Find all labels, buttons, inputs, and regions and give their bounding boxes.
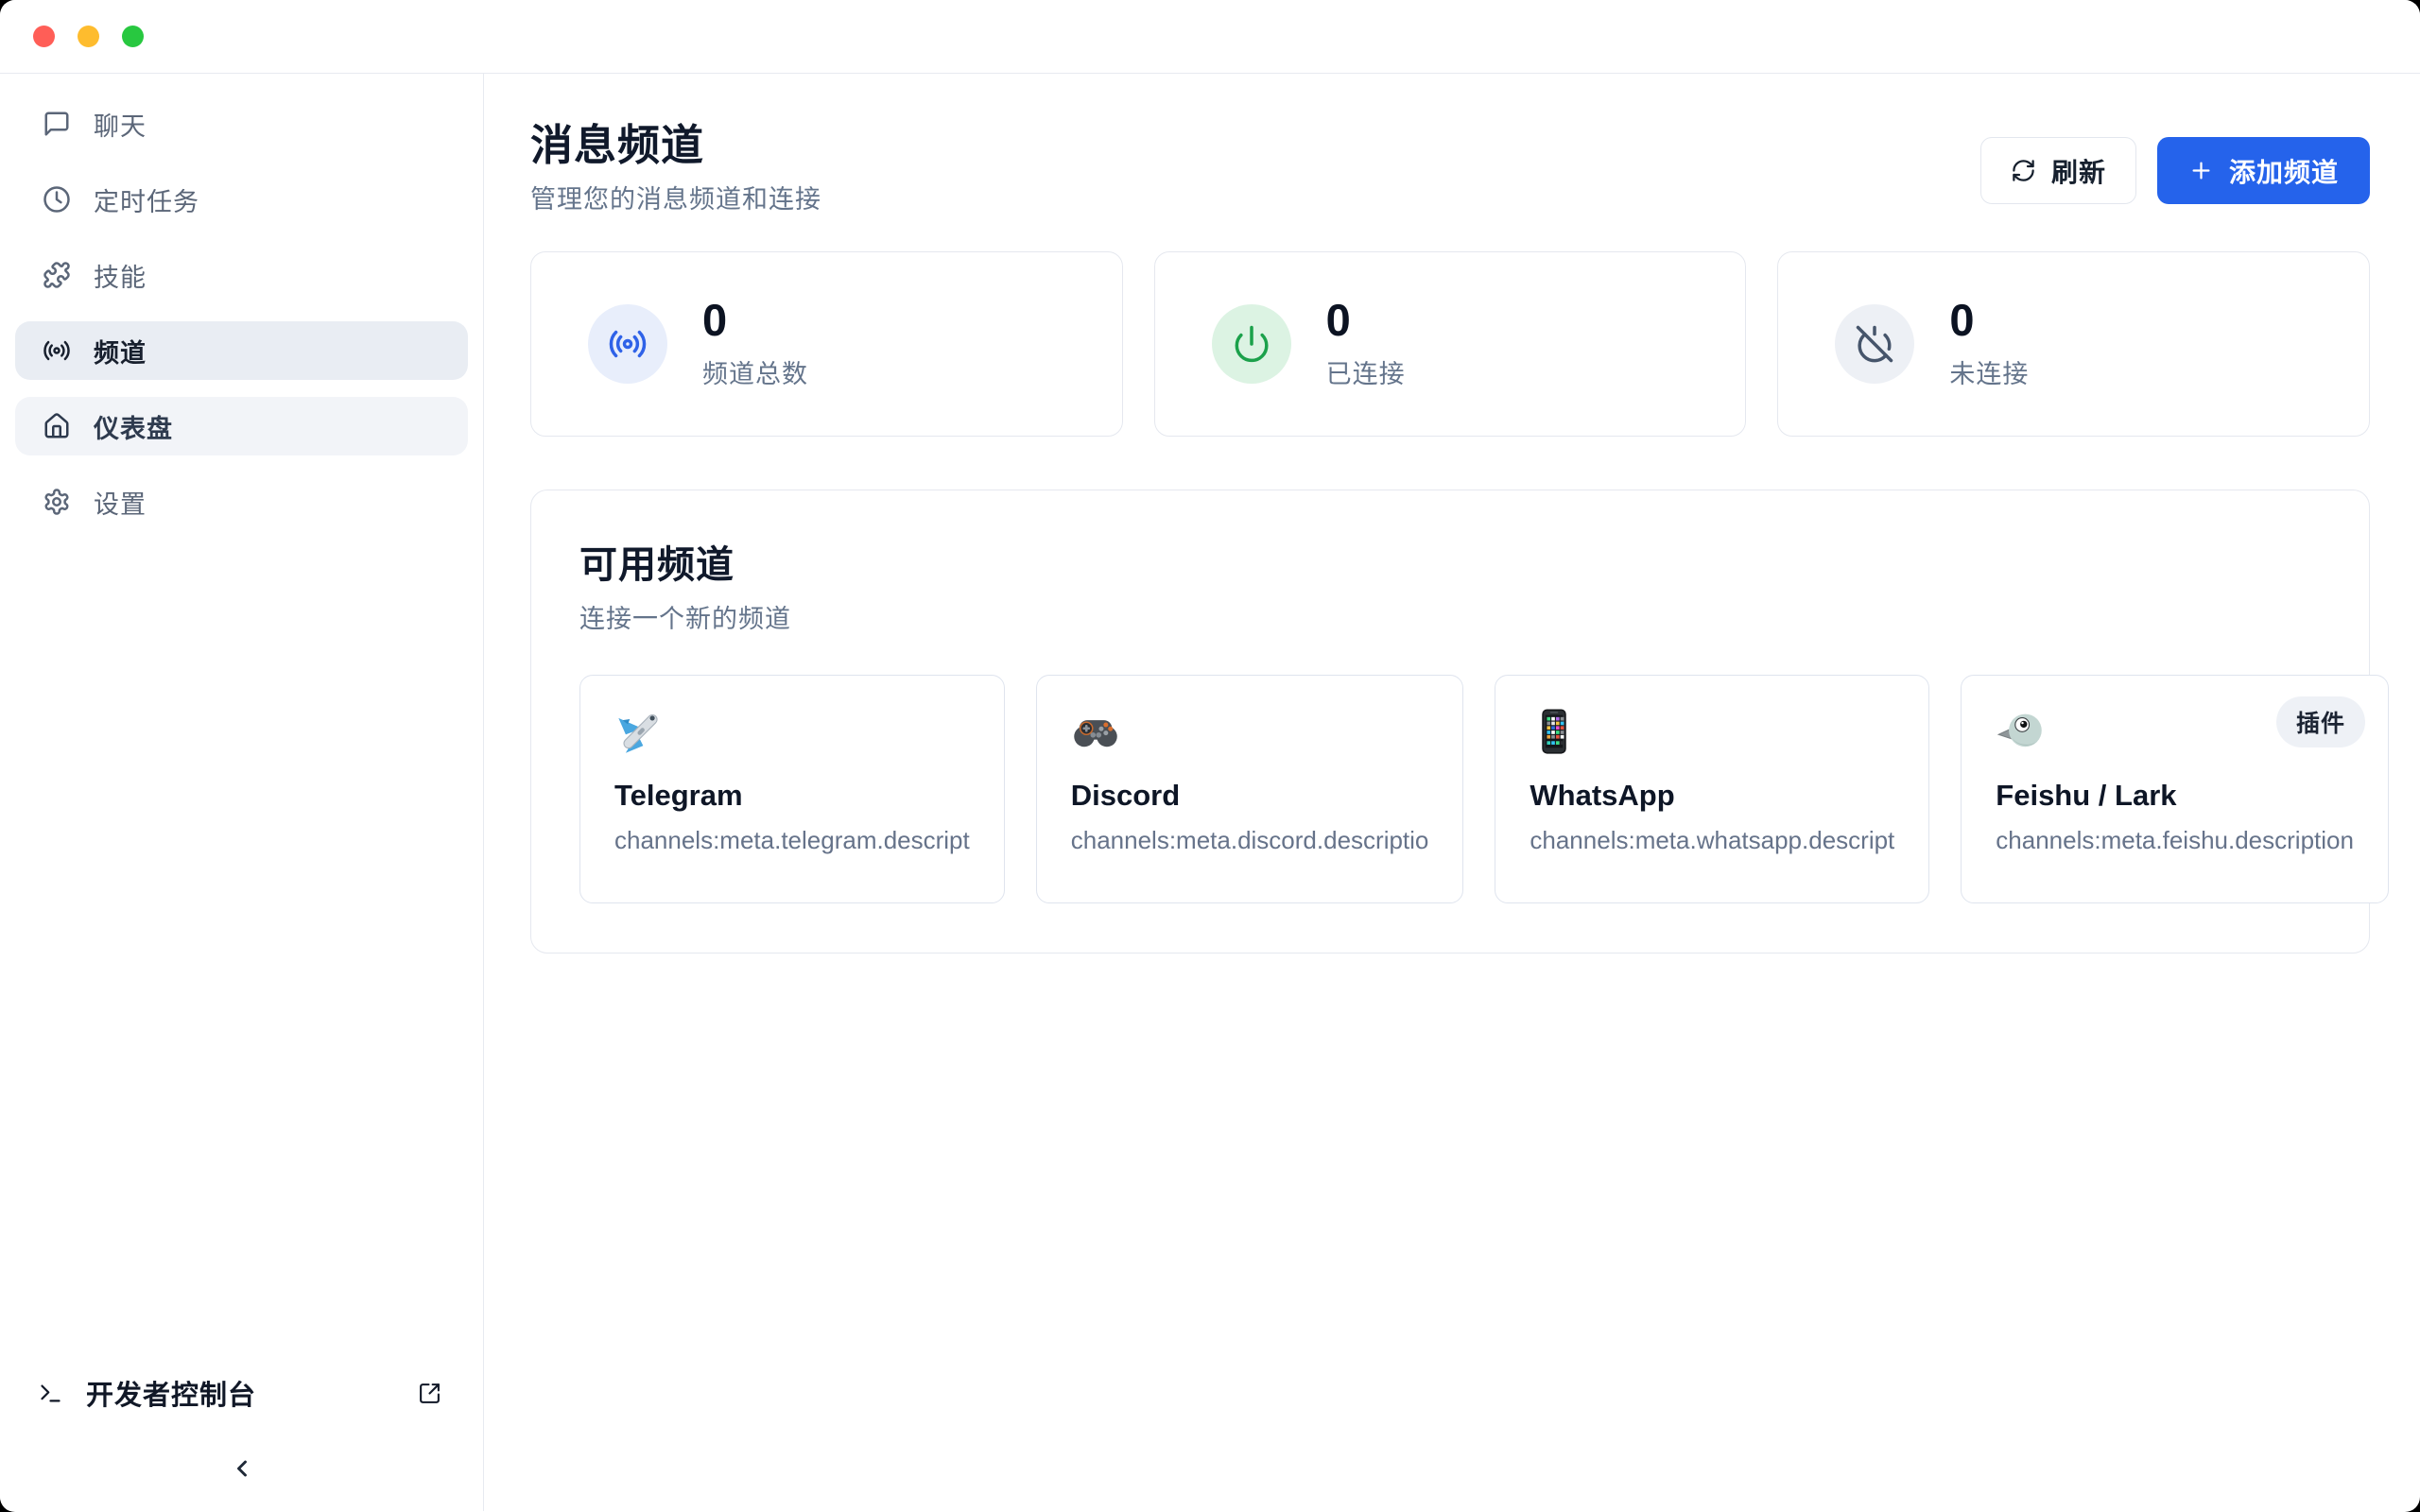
main-content: 消息频道 管理您的消息频道和连接 刷新 添加频道 xyxy=(484,74,2420,1511)
sidebar-item-label: 仪表盘 xyxy=(94,408,173,445)
channel-card-feishu[interactable]: 插件 Feishu / Lark c xyxy=(1961,675,2389,903)
refresh-icon xyxy=(2011,158,2036,183)
broadcast-icon xyxy=(588,304,667,384)
airplane-emoji xyxy=(614,707,664,756)
chevron-left-icon xyxy=(229,1455,255,1482)
sidebar-item-skills[interactable]: 技能 xyxy=(15,246,468,304)
bird-emoji xyxy=(1996,707,2045,756)
plugin-badge: 插件 xyxy=(2276,696,2365,747)
stat-value: 0 xyxy=(1949,298,2029,342)
sidebar-footer: 开发者控制台 xyxy=(0,1363,483,1511)
stat-label: 频道总数 xyxy=(702,353,808,390)
app-window: 聊天 定时任务 技能 xyxy=(0,0,2420,1512)
titlebar xyxy=(0,0,2420,74)
stat-label: 未连接 xyxy=(1949,353,2029,390)
sidebar: 聊天 定时任务 技能 xyxy=(0,74,484,1511)
terminal-icon xyxy=(38,1381,63,1406)
dev-console-link[interactable]: 开发者控制台 xyxy=(0,1363,483,1423)
plus-icon xyxy=(2188,158,2214,183)
refresh-button[interactable]: 刷新 xyxy=(1980,137,2136,204)
stat-card-connected: 0 已连接 xyxy=(1154,251,1747,437)
channel-description: channels:meta.feishu.description xyxy=(1996,826,2354,855)
home-icon xyxy=(43,412,71,440)
page-header: 消息频道 管理您的消息频道和连接 刷新 添加频道 xyxy=(530,121,2370,215)
sidebar-item-label: 技能 xyxy=(94,257,147,294)
channel-description: channels:meta.telegram.descript xyxy=(614,826,970,855)
dev-console-label: 开发者控制台 xyxy=(86,1373,418,1413)
channel-description: channels:meta.discord.descriptio xyxy=(1071,826,1429,855)
sidebar-item-scheduled-tasks[interactable]: 定时任务 xyxy=(15,170,468,229)
available-channels-panel: 可用频道 连接一个新的频道 xyxy=(530,490,2370,954)
sidebar-item-label: 定时任务 xyxy=(94,181,199,218)
stat-value: 0 xyxy=(1326,298,1406,342)
sidebar-nav: 聊天 定时任务 技能 xyxy=(15,94,468,531)
panel-subtitle: 连接一个新的频道 xyxy=(579,598,2321,635)
mobile-phone-emoji xyxy=(1530,707,1579,756)
sidebar-item-label: 频道 xyxy=(94,333,147,369)
stats-row: 0 频道总数 0 已连接 xyxy=(530,251,2370,437)
gear-icon xyxy=(43,488,71,516)
sidebar-item-label: 设置 xyxy=(94,484,147,521)
stat-card-total-channels: 0 频道总数 xyxy=(530,251,1123,437)
zoom-window-button[interactable] xyxy=(122,26,144,47)
channel-name: Discord xyxy=(1071,779,1429,813)
minimize-window-button[interactable] xyxy=(78,26,99,47)
channel-grid: Telegram channels:meta.telegram.descript xyxy=(579,675,2321,903)
power-off-icon xyxy=(1835,304,1914,384)
channel-card-telegram[interactable]: Telegram channels:meta.telegram.descript xyxy=(579,675,1005,903)
add-channel-button[interactable]: 添加频道 xyxy=(2157,137,2370,204)
panel-title: 可用频道 xyxy=(579,534,2321,589)
channel-name: Telegram xyxy=(614,779,970,813)
power-icon xyxy=(1212,304,1291,384)
external-link-icon xyxy=(418,1382,441,1405)
sidebar-item-chat[interactable]: 聊天 xyxy=(15,94,468,153)
game-controller-emoji xyxy=(1071,707,1120,756)
channel-card-discord[interactable]: Discord channels:meta.discord.descriptio xyxy=(1036,675,1464,903)
clock-icon xyxy=(43,185,71,214)
channel-name: Feishu / Lark xyxy=(1996,779,2354,813)
page-subtitle: 管理您的消息频道和连接 xyxy=(530,179,821,215)
broadcast-icon xyxy=(43,336,71,365)
sidebar-item-settings[interactable]: 设置 xyxy=(15,472,468,531)
stat-value: 0 xyxy=(702,298,808,342)
traffic-lights xyxy=(33,26,144,47)
sidebar-item-dashboard[interactable]: 仪表盘 xyxy=(15,397,468,455)
page-title: 消息频道 xyxy=(530,121,821,170)
chat-bubble-icon xyxy=(43,110,71,138)
close-window-button[interactable] xyxy=(33,26,55,47)
stat-card-disconnected: 0 未连接 xyxy=(1777,251,2370,437)
sidebar-collapse-button[interactable] xyxy=(223,1450,261,1490)
sidebar-item-label: 聊天 xyxy=(94,106,147,143)
channel-card-whatsapp[interactable]: WhatsApp channels:meta.whatsapp.descript xyxy=(1495,675,1929,903)
puzzle-icon xyxy=(43,261,71,289)
channel-description: channels:meta.whatsapp.descript xyxy=(1530,826,1894,855)
sidebar-item-channels[interactable]: 频道 xyxy=(15,321,468,380)
channel-name: WhatsApp xyxy=(1530,779,1894,813)
stat-label: 已连接 xyxy=(1326,353,1406,390)
